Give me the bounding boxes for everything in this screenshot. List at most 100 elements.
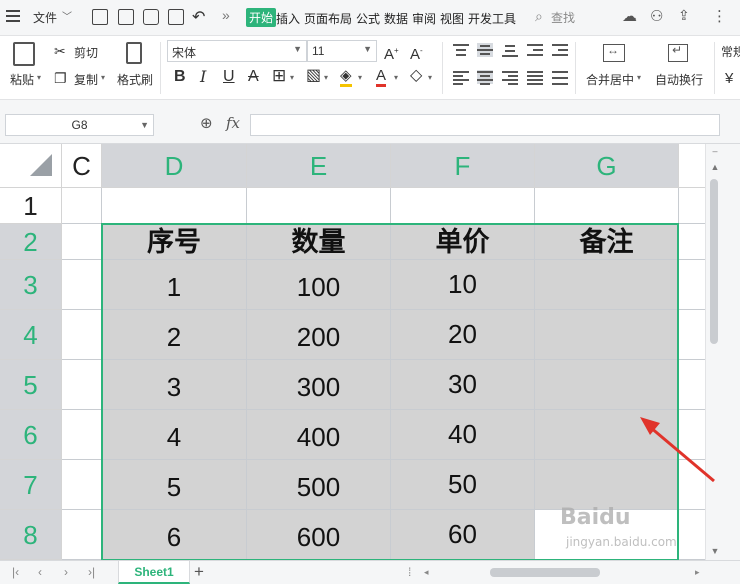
table-cell[interactable]: 10 [391, 260, 535, 310]
table-header-cell[interactable]: 单价 [391, 224, 535, 260]
table-cell[interactable]: 40 [391, 410, 535, 460]
table-cell[interactable]: 400 [247, 410, 391, 460]
table-cell[interactable]: 50 [391, 460, 535, 510]
row-header-4[interactable]: 4 [0, 310, 62, 360]
column-header-d[interactable]: D [102, 144, 247, 188]
eraser-dropdown-icon[interactable]: ▾ [428, 73, 432, 82]
column-header-c[interactable]: C [62, 144, 102, 188]
scissors-icon[interactable]: ✂ [54, 43, 66, 59]
save-icon[interactable] [92, 9, 108, 25]
scroll-up-icon[interactable]: ‒ [710, 146, 720, 156]
sheet-tab-sheet1[interactable]: Sheet1 [118, 561, 190, 584]
table-cell[interactable] [62, 360, 102, 410]
paste-dropdown-icon[interactable]: ▾ [37, 73, 41, 82]
border-icon[interactable]: ⊞ [272, 67, 286, 84]
scroll-left-icon[interactable]: ◂ [424, 567, 429, 578]
share-icon[interactable]: ⇪ [678, 7, 690, 24]
decrease-indent-icon[interactable] [527, 43, 543, 57]
distributed-icon[interactable] [552, 70, 568, 85]
paste-button[interactable]: 粘贴 [10, 71, 34, 88]
table-cell[interactable]: 300 [247, 360, 391, 410]
table-cell[interactable]: 5 [102, 460, 247, 510]
merge-center-icon[interactable]: ↔ [603, 43, 625, 62]
align-left-icon[interactable] [453, 70, 469, 85]
tab-formulas[interactable]: 公式 [356, 10, 380, 27]
export-icon[interactable] [118, 9, 134, 25]
table-cell[interactable]: 600 [247, 510, 391, 560]
table-header-cell[interactable]: 备注 [535, 224, 679, 260]
font-name-select[interactable]: 宋体 ▼ [167, 40, 307, 62]
table-cell[interactable] [535, 360, 679, 410]
table-cell[interactable] [679, 360, 705, 410]
table-cell[interactable]: 500 [247, 460, 391, 510]
align-center-icon[interactable] [477, 70, 493, 85]
table-cell[interactable]: 200 [247, 310, 391, 360]
table-cell[interactable]: 2 [102, 310, 247, 360]
copy-icon[interactable]: ❐ [54, 70, 67, 86]
column-header-h[interactable] [679, 144, 705, 188]
italic-icon[interactable]: I [200, 69, 206, 85]
share-user-icon[interactable]: ⚇ [650, 7, 663, 25]
align-top-icon[interactable] [453, 43, 469, 57]
paste-icon[interactable] [13, 42, 35, 66]
table-cell[interactable] [62, 224, 102, 260]
number-format-select[interactable]: 常规 [721, 43, 740, 60]
increase-font-icon[interactable]: A+ [384, 43, 399, 63]
more-options-icon[interactable]: ⋮ [712, 7, 727, 25]
table-cell[interactable]: 1 [102, 260, 247, 310]
row-header-5[interactable]: 5 [0, 360, 62, 410]
column-header-g[interactable]: G [535, 144, 679, 188]
table-header-cell[interactable]: 数量 [247, 224, 391, 260]
strikethrough-icon[interactable]: A [248, 69, 259, 85]
currency-icon[interactable]: ¥ [725, 70, 733, 87]
tab-review[interactable]: 审阅 [412, 10, 436, 27]
wrap-text-button[interactable]: 自动换行 [655, 71, 703, 88]
column-header-f[interactable]: F [391, 144, 535, 188]
print-icon[interactable] [143, 9, 159, 25]
row-header-7[interactable]: 7 [0, 460, 62, 510]
merge-dropdown-icon[interactable]: ▾ [637, 73, 641, 82]
formula-input[interactable] [250, 114, 720, 136]
font-color-icon[interactable]: A [376, 67, 387, 87]
tab-insert[interactable]: 插入 [276, 10, 300, 27]
eraser-icon[interactable]: ◇ [410, 68, 422, 84]
table-cell[interactable] [535, 260, 679, 310]
format-painter-button[interactable]: 格式刷 [117, 71, 153, 88]
scroll-right-icon[interactable]: ▸ [695, 567, 700, 578]
row-header-1[interactable]: 1 [0, 188, 62, 224]
decrease-font-icon[interactable]: A- [410, 43, 423, 63]
cell-style-dropdown-icon[interactable]: ▾ [324, 73, 328, 82]
split-handle-icon[interactable]: ⁞ [408, 565, 411, 579]
table-cell[interactable] [247, 188, 391, 224]
justify-icon[interactable] [527, 70, 543, 85]
tab-home[interactable]: 开始 [246, 8, 277, 27]
wrap-text-icon[interactable]: ↵ [668, 43, 688, 62]
chevron-down-icon[interactable]: ﹀ [62, 8, 72, 23]
table-cell[interactable] [62, 410, 102, 460]
undo-icon[interactable]: ↶ [192, 7, 205, 27]
table-cell[interactable] [62, 310, 102, 360]
table-cell[interactable] [679, 310, 705, 360]
tab-developer[interactable]: 开发工具 [468, 10, 516, 27]
more-icon[interactable]: » [222, 7, 230, 23]
table-cell[interactable] [102, 188, 247, 224]
spreadsheet-grid[interactable]: C D E F G 1 2 3 4 5 6 7 8 序号 数量 单价 备注 1 … [0, 144, 705, 560]
underline-icon[interactable]: U [223, 69, 235, 85]
tab-data[interactable]: 数据 [384, 10, 408, 27]
fx-icon[interactable]: fx [226, 114, 240, 132]
font-size-select[interactable]: 11 ▼ [307, 40, 377, 62]
cell-style-icon[interactable]: ▧ [306, 68, 321, 84]
format-painter-icon[interactable] [126, 42, 142, 64]
table-cell[interactable] [535, 310, 679, 360]
last-sheet-icon[interactable]: ›| [88, 565, 95, 579]
select-all-corner[interactable] [0, 144, 62, 188]
bold-icon[interactable]: B [174, 69, 186, 85]
copy-button[interactable]: 复制 [74, 71, 98, 88]
fill-color-dropdown-icon[interactable]: ▾ [358, 73, 362, 82]
search-label[interactable]: 查找 [551, 9, 575, 26]
scroll-down-arrow-icon[interactable]: ▼ [710, 546, 720, 556]
table-cell[interactable] [62, 260, 102, 310]
table-cell[interactable] [62, 188, 102, 224]
align-right-icon[interactable] [502, 70, 518, 85]
table-cell[interactable] [679, 224, 705, 260]
